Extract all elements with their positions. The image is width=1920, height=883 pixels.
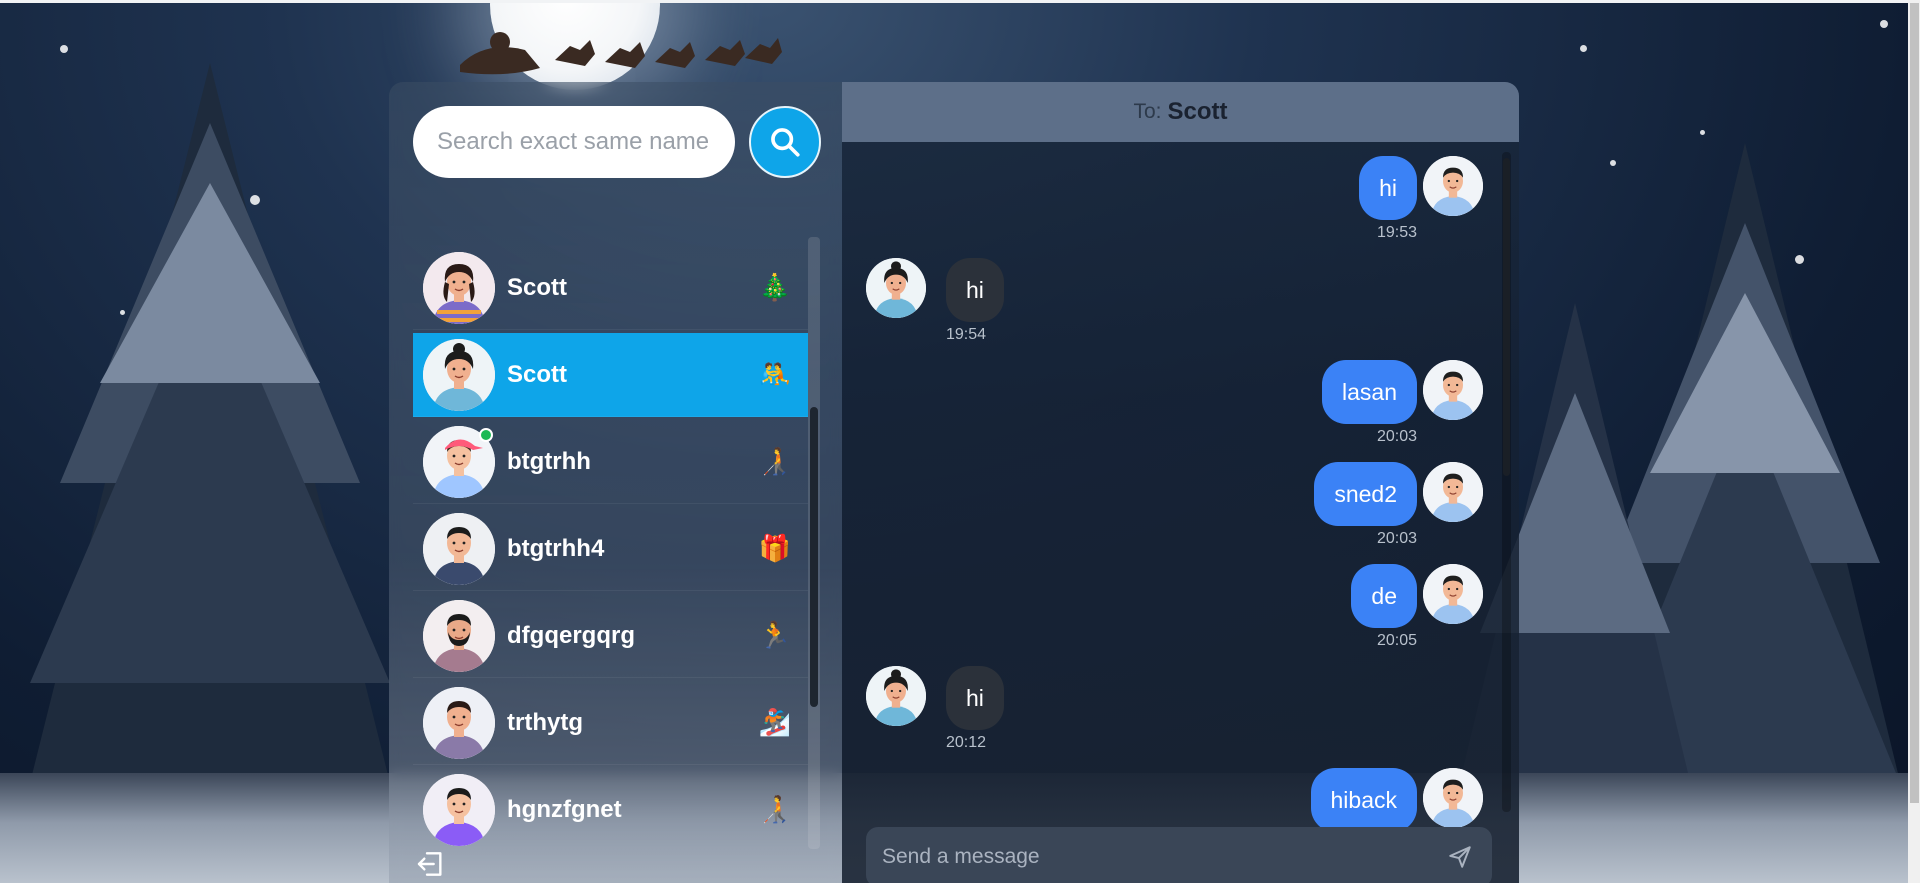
- contact-emoji-badge: 🏃: [758, 620, 792, 650]
- search-icon: [771, 128, 800, 157]
- snowflake: [120, 310, 125, 315]
- avatar: [423, 338, 495, 411]
- chat-header: To: Scott: [842, 82, 1519, 142]
- contact-emoji-badge: 🏂: [758, 707, 792, 737]
- message-bubble: de: [1351, 564, 1417, 628]
- snowflake: [1880, 20, 1888, 28]
- contact-name: Scott: [507, 273, 567, 301]
- contact-list-scrollbar[interactable]: [808, 237, 820, 849]
- avatar: [423, 599, 495, 672]
- contact-name: dfgqergqrg: [507, 621, 635, 649]
- snowflake: [60, 45, 68, 53]
- contact-name: btgtrhh: [507, 447, 591, 475]
- snowflake: [1795, 255, 1804, 264]
- contact-item[interactable]: btgtrhh 🧑‍🦯: [413, 420, 808, 504]
- message-bubble: lasan: [1322, 360, 1417, 424]
- send-button[interactable]: [1444, 841, 1476, 873]
- message-incoming: hi: [866, 258, 1004, 322]
- message-timestamp: 20:03: [1376, 428, 1417, 445]
- avatar: [1423, 462, 1483, 522]
- contact-name: Scott: [507, 360, 567, 388]
- avatar-wrapper: [423, 425, 495, 498]
- page-scrollbar[interactable]: [1908, 0, 1920, 883]
- contact-name: trthytg: [507, 708, 583, 736]
- send-icon: [1449, 846, 1471, 868]
- snowflake: [250, 195, 260, 205]
- message-incoming: hi: [866, 666, 1004, 730]
- contact-item[interactable]: btgtrhh4 🎁: [413, 507, 808, 591]
- message-composer: [866, 827, 1492, 883]
- avatar: [423, 512, 495, 585]
- message-bubble: hi: [946, 666, 1004, 730]
- contact-emoji-badge: 🤼: [758, 359, 792, 389]
- message-timestamp: 20:12: [946, 734, 987, 751]
- avatar-wrapper: [423, 251, 495, 324]
- avatar-wrapper: [423, 686, 495, 759]
- message-outgoing: de: [1351, 564, 1483, 628]
- avatar-wrapper: [423, 773, 495, 846]
- search-input[interactable]: [413, 106, 735, 178]
- snowflake: [1580, 45, 1587, 52]
- avatar: [423, 251, 495, 324]
- search-button[interactable]: [749, 106, 821, 178]
- contact-item[interactable]: trthytg 🏂: [413, 681, 808, 765]
- message-bubble: hi: [946, 258, 1004, 322]
- avatar-wrapper: [423, 512, 495, 585]
- message-timestamp: 20:05: [1376, 632, 1417, 649]
- contact-emoji-badge: 🧑‍🦯: [758, 446, 792, 476]
- snowy-pine-tree-left: [20, 63, 400, 823]
- message-bubble: hi: [1359, 156, 1417, 220]
- contact-emoji-badge: 🎄: [758, 272, 792, 302]
- message-bubble: hiback: [1310, 768, 1417, 832]
- message-list: hi 19:53 hi 19:54 lasan 20:03 sned2 20:03 de 20:0…: [842, 142, 1519, 883]
- contact-name: hgnzfgnet: [507, 795, 622, 823]
- message-timestamp: 19:53: [1376, 224, 1417, 241]
- santa-sleigh-silhouette: [460, 32, 782, 75]
- message-list-scrollbar[interactable]: [1502, 152, 1511, 812]
- avatar: [1423, 156, 1483, 216]
- avatar: [866, 258, 926, 318]
- recipient-name: Scott: [1167, 98, 1228, 125]
- contact-item[interactable]: Scott 🎄: [413, 246, 808, 330]
- avatar-wrapper: [423, 599, 495, 672]
- message-input[interactable]: [882, 845, 1444, 869]
- avatar: [866, 666, 926, 726]
- avatar-wrapper: [423, 338, 495, 411]
- avatar: [423, 773, 495, 846]
- sidebar: Scott 🎄 Scott 🤼 btgtrhh 🧑‍🦯 btgtrhh4 🎁 dfgqergqr…: [389, 82, 842, 883]
- online-status-dot: [479, 427, 493, 442]
- avatar: [1423, 564, 1483, 624]
- message-outgoing: hiback: [1310, 768, 1483, 832]
- snowflake: [1700, 130, 1705, 135]
- message-timestamp: 20:03: [1376, 530, 1417, 547]
- message-outgoing: lasan: [1322, 360, 1483, 424]
- logout-icon[interactable]: [415, 848, 447, 880]
- message-outgoing: hi: [1359, 156, 1483, 220]
- message-bubble: sned2: [1314, 462, 1417, 526]
- contact-emoji-badge: 🎁: [758, 533, 792, 563]
- contact-emoji-badge: 🧑‍🦯: [758, 794, 792, 824]
- contact-name: btgtrhh4: [507, 534, 605, 562]
- chat-panel: To: Scott hi 19:53 hi 19:54 lasan 20:03 sned2 2…: [842, 82, 1519, 883]
- contact-item[interactable]: dfgqergqrg 🏃: [413, 594, 808, 678]
- snowflake: [1610, 160, 1616, 166]
- message-timestamp: 19:54: [946, 326, 987, 343]
- contact-list: Scott 🎄 Scott 🤼 btgtrhh 🧑‍🦯 btgtrhh4 🎁 dfgqergqr…: [413, 246, 808, 850]
- message-outgoing: sned2: [1314, 462, 1483, 526]
- avatar: [1423, 360, 1483, 420]
- to-label: To:: [1133, 100, 1162, 123]
- contact-item[interactable]: Scott 🤼: [413, 333, 808, 417]
- avatar: [423, 686, 495, 759]
- search-bar: [413, 106, 821, 178]
- browser-top-edge: [0, 0, 1920, 3]
- avatar: [1423, 768, 1483, 828]
- contact-item[interactable]: hgnzfgnet 🧑‍🦯: [413, 768, 808, 850]
- chat-app: Scott 🎄 Scott 🤼 btgtrhh 🧑‍🦯 btgtrhh4 🎁 dfgqergqr…: [389, 82, 1519, 883]
